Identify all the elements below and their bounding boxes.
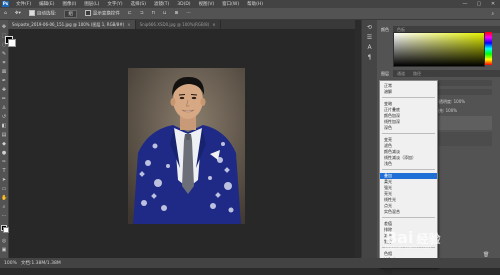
baidu-jingyan-watermark: Bai 经验 jingyan.baidu.com	[385, 228, 500, 258]
move-tool-preset-icon[interactable]: ✥▾	[15, 11, 21, 16]
tab-color[interactable]: 颜色	[377, 26, 393, 33]
close-tab-icon[interactable]: ×	[212, 22, 215, 27]
blur-tool-icon[interactable]: ◆	[1, 141, 7, 147]
blend-mode-option[interactable]: 实色混合	[380, 209, 437, 215]
blend-mode-separator	[382, 217, 435, 218]
history-brush-tool-icon[interactable]: ↺	[1, 114, 7, 120]
distribute-icon[interactable]: ⋯	[186, 11, 191, 16]
tab-layers[interactable]: 图层	[377, 70, 393, 77]
maximize-icon[interactable]: ▢	[472, 0, 486, 8]
blend-mode-separator	[382, 97, 435, 98]
fill-control[interactable]: 填充: 100%	[435, 108, 457, 114]
clone-stamp-tool-icon[interactable]: ♙	[1, 105, 7, 111]
tab-channels[interactable]: 通道	[393, 70, 409, 77]
align-right-icon[interactable]: ⊓	[151, 11, 155, 16]
blend-mode-option[interactable]: 浅色	[380, 161, 437, 167]
show-transform-label: 显示变换控件	[92, 11, 120, 17]
search-icon[interactable]: ⌕	[491, 11, 494, 17]
options-bar: ⌂ ✥▾ 自动选择: 组 显示变换控件 ⊏ ⊐ ⊓ ⊔ ⊞ ⋯ ⌕	[0, 8, 500, 20]
close-tab-icon[interactable]: ×	[127, 22, 130, 27]
rectangle-tool-icon[interactable]: ▭	[1, 186, 7, 192]
move-tool-icon[interactable]: ✥	[1, 24, 7, 30]
tools-panel: ✥ ⬚ ◌ ✎ ⌗ ⊠ ✒ ✚ ✏ ♙ ↺ ◧ ▤ ◆ ● ✑ T ➤ ▭ ✋ …	[0, 20, 9, 258]
tab-paths[interactable]: 路径	[409, 70, 425, 77]
menu-item-layer[interactable]: 图层(L)	[80, 1, 103, 7]
portrait-photo	[128, 68, 245, 224]
eraser-tool-icon[interactable]: ◧	[1, 123, 7, 129]
zoom-tool-icon[interactable]: ⌕	[1, 204, 7, 210]
document-size: 文档:1.38M/1.38M	[20, 261, 61, 266]
opacity-value[interactable]: 100%	[454, 99, 465, 104]
photoshop-logo: Ps	[2, 1, 9, 7]
dodge-tool-icon[interactable]: ●	[1, 150, 7, 156]
fill-value[interactable]: 100%	[446, 108, 457, 113]
align-center-icon[interactable]: ⊐	[140, 11, 144, 16]
align-middle-icon[interactable]: ⊞	[175, 11, 179, 16]
brush-tool-icon[interactable]: ✏	[1, 96, 7, 102]
opacity-control[interactable]: 不透明度: 100%	[435, 99, 465, 105]
menu-item-view[interactable]: 视图(V)	[195, 1, 219, 7]
quick-select-tool-icon[interactable]: ✎	[1, 51, 7, 57]
blend-mode-option[interactable]: 深色	[380, 125, 437, 131]
menu-item-edit[interactable]: 编辑(E)	[35, 1, 58, 7]
menu-item-3d[interactable]: 3D(D)	[173, 2, 194, 7]
path-select-tool-icon[interactable]: ➤	[1, 177, 7, 183]
menu-bar: Ps 文件(F) 编辑(E) 图像(I) 图层(L) 文字(Y) 选择(S) 滤…	[0, 0, 500, 8]
align-top-icon[interactable]: ⊔	[163, 11, 167, 16]
type-tool-icon[interactable]: T	[1, 168, 7, 174]
home-icon[interactable]: ⌂	[4, 11, 7, 16]
zoom-level[interactable]: 100%	[4, 261, 17, 266]
blend-mode-option[interactable]: 溶解	[380, 89, 437, 95]
menu-item-window[interactable]: 窗口(W)	[218, 1, 243, 7]
properties-panel-icon[interactable]: ☰	[366, 34, 373, 41]
watermark-url: jingyan.baidu.com	[385, 245, 432, 251]
menu-item-filter[interactable]: 滤镜(T)	[150, 1, 173, 7]
background-color-chip[interactable]	[8, 39, 16, 47]
close-icon[interactable]: ✕	[486, 0, 500, 8]
pen-tool-icon[interactable]: ✑	[1, 159, 7, 165]
quick-mask-icon[interactable]: ◎	[1, 238, 7, 244]
hue-slider[interactable]	[485, 32, 492, 65]
gradient-tool-icon[interactable]: ▤	[1, 132, 7, 138]
paragraph-panel-icon[interactable]: ¶	[366, 54, 373, 61]
color-picker-field[interactable]	[393, 32, 485, 67]
document-tab-bar: Snipaste_2019-06-06_151.jpg @ 100% (图层 1…	[8, 20, 355, 29]
show-transform-checkbox[interactable]: 显示变换控件	[84, 10, 120, 17]
crop-tool-icon[interactable]: ⌗	[1, 60, 7, 66]
history-panel-icon[interactable]: ⟲	[366, 24, 373, 31]
menu-item-help[interactable]: 帮助(H)	[243, 1, 267, 7]
blend-mode-separator	[382, 133, 435, 134]
auto-select-checkbox[interactable]: 自动选择:	[28, 10, 57, 17]
menu-item-select[interactable]: 选择(S)	[127, 1, 150, 7]
screen-mode-icon[interactable]: ▣	[1, 247, 7, 253]
menu-item-image[interactable]: 图像(I)	[58, 1, 80, 7]
align-left-icon[interactable]: ⊏	[128, 11, 132, 16]
character-panel-icon[interactable]: A	[366, 44, 373, 51]
layers-panel-tabs: 图层 通道 路径	[377, 70, 500, 77]
healing-brush-tool-icon[interactable]: ✚	[1, 87, 7, 93]
status-bar: 100% 文档:1.38M/1.38M	[0, 258, 500, 268]
panel-icon-strip: ⟲ ☰ A ¶	[361, 20, 378, 258]
blend-mode-option[interactable]: 明度	[380, 269, 437, 275]
auto-select-dropdown[interactable]: 组	[64, 9, 77, 18]
menu-item-type[interactable]: 文字(Y)	[103, 1, 126, 7]
watermark-brand-suffix: 经验	[416, 232, 441, 246]
document-image[interactable]	[128, 68, 245, 224]
document-tab[interactable]: Snip666.XSD0.jpg @ 100%(RGB/8) ×	[136, 20, 221, 29]
blend-mode-separator	[382, 169, 435, 170]
more-tools-icon[interactable]: ⋯	[1, 213, 7, 219]
document-tab-label: Snip666.XSD0.jpg @ 100%(RGB/8)	[139, 22, 210, 27]
menu-item-file[interactable]: 文件(F)	[12, 1, 35, 7]
frame-tool-icon[interactable]: ⊠	[1, 69, 7, 75]
document-tab-label: Snipaste_2019-06-06_151.jpg @ 100% (图层 1…	[12, 22, 125, 27]
hand-tool-icon[interactable]: ✋	[1, 195, 7, 201]
eyedropper-tool-icon[interactable]: ✒	[1, 78, 7, 84]
document-tab-active[interactable]: Snipaste_2019-06-06_151.jpg @ 100% (图层 1…	[8, 20, 136, 29]
minimize-icon[interactable]: —	[458, 0, 472, 8]
auto-select-label: 自动选择:	[36, 11, 57, 17]
